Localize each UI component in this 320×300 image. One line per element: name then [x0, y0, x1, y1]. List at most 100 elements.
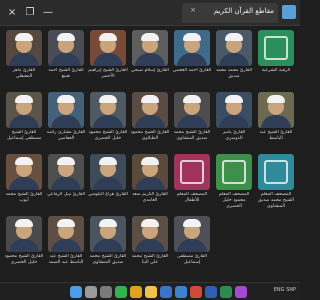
- language-indicator[interactable]: ENG: [274, 287, 285, 293]
- reciter-tile[interactable]: القارئ الشيخ عبد الباسط: [256, 92, 296, 152]
- reciter-tile-label: القارئ الشيخ محمود خليل الحصري: [88, 130, 128, 141]
- reciter-tile[interactable]: القارئ الشيخ محمد أيوب: [4, 154, 44, 214]
- reciter-tile[interactable]: القارئ الشيخ أحمد نعينع: [46, 30, 86, 90]
- reciter-tile-label: المصحف المعلم محمود خليل الحصري: [218, 192, 250, 209]
- system-tray[interactable]: ENG SNP: [274, 287, 296, 293]
- reciter-tile[interactable]: القارئ ماهر المعيقلي: [4, 30, 44, 90]
- reciter-tile-label: القارئ الشيخ محمد صديق المنشاوي: [173, 130, 211, 141]
- mushaf-cover-icon: [216, 154, 252, 190]
- reciter-tile[interactable]: القارئ مصطفى إسماعيل: [172, 216, 212, 276]
- reciter-tile-label: القارئ الشيخ محمود خليل الحصري: [4, 254, 44, 265]
- reciter-tile-label: القارئ مصطفى إسماعيل: [176, 254, 208, 265]
- reciter-photo-icon: [48, 92, 84, 128]
- reciter-tile[interactable]: القارئ أحمد العجمي: [172, 30, 212, 90]
- reciter-tile-label: القارئ الشيخ محمد علي البنا: [131, 254, 169, 265]
- reciter-photo-icon: [90, 154, 126, 190]
- files-icon[interactable]: [145, 286, 157, 298]
- reciter-tile[interactable]: القارئ الشيخ مصطفى إسماعيل: [4, 92, 44, 152]
- reciter-tile[interactable]: المصحف المعلم الشيخ محمد صديق المنشاوي: [256, 154, 296, 214]
- restore-icon: ❐: [25, 6, 35, 18]
- reciter-tile-label: القارئ هزاع البلوشي: [88, 192, 128, 197]
- reciter-tile[interactable]: القارئ الشيخ محمد صديق المنشاوي: [172, 92, 212, 152]
- reciter-tile[interactable]: القارئ هزاع البلوشي: [88, 154, 128, 214]
- reciter-photo-icon: [48, 154, 84, 190]
- reciter-photo-icon: [90, 30, 126, 66]
- reciter-photo-icon: [48, 216, 84, 252]
- reciter-tile[interactable]: القارئ ياسر الدوسري: [214, 92, 254, 152]
- reciter-photo-icon: [132, 154, 168, 190]
- video-icon[interactable]: [190, 286, 202, 298]
- reciter-tile-label: القارئ الشيخ إبراهيم الأخضر: [88, 68, 128, 79]
- reciter-tile-label: المصحف المعلم الشيخ محمد صديق المنشاوي: [258, 192, 294, 209]
- reciter-tile-label: القارئ محمد محمد صديق: [215, 68, 253, 79]
- restore-button[interactable]: ❐: [22, 4, 38, 20]
- whatsapp-icon[interactable]: [115, 286, 127, 298]
- reciter-tile-label: القارئ الشيخ مصطفى إسماعيل: [6, 130, 42, 141]
- reciter-tile-label: القارئ الشيخ عبد الباسط عبد الصمد: [48, 254, 84, 265]
- start-icon[interactable]: [70, 286, 82, 298]
- reciter-tile[interactable]: القارئ الشيخ محمد صديق المنشاوي: [88, 216, 128, 276]
- minimize-icon: —: [43, 6, 53, 18]
- reciter-tile[interactable]: القارئ الشيخ محمد علي البنا: [130, 216, 170, 276]
- chrome-icon[interactable]: [130, 286, 142, 298]
- reciter-photo-icon: [132, 30, 168, 66]
- reciter-tile-label: القارئ الشيخ عبد الباسط: [259, 130, 293, 141]
- reciter-tile-label: القارئ ماهر المعيقلي: [12, 68, 36, 79]
- app-icon: [282, 5, 296, 19]
- reciter-tile[interactable]: القارئ الشيخ محمود خليل الحصري: [88, 92, 128, 152]
- mushaf-cover-icon: [174, 154, 210, 190]
- reciter-photo-icon: [90, 92, 126, 128]
- reciter-photo-icon: [258, 92, 294, 128]
- reciter-tile-label: القارئ الشيخ محمد صديق المنشاوي: [89, 254, 127, 265]
- reciter-tile-label: القارئ الشيخ محمود الطبلاوي: [130, 130, 170, 141]
- reciter-tile[interactable]: القارئ الشيخ محمود خليل الحصري: [4, 216, 44, 276]
- reciter-photo-icon: [6, 216, 42, 252]
- reciter-tile[interactable]: القارئ محمد محمد صديق: [214, 30, 254, 90]
- reciter-tile[interactable]: القارئ الشيخ عبد الباسط عبد الصمد: [46, 216, 86, 276]
- reciter-tile-label: القارئ الشيخ أحمد نعينع: [48, 68, 84, 79]
- reciter-tile[interactable]: القارئ الشيخ محمود الطبلاوي: [130, 92, 170, 152]
- minimize-button[interactable]: —: [40, 4, 56, 20]
- reciter-photo-icon: [132, 92, 168, 128]
- search-icon[interactable]: [85, 286, 97, 298]
- window-title: مقاطع القرآن الكريم: [213, 7, 274, 15]
- reciter-photo-icon: [6, 92, 42, 128]
- reciter-photo-icon: [174, 30, 210, 66]
- tab-close-button[interactable]: ×: [190, 6, 196, 14]
- store-icon[interactable]: [160, 286, 172, 298]
- reciter-tile[interactable]: القارئ نبيل الرفاعي: [46, 154, 86, 214]
- reciter-tile-label: القارئ أحمد العجمي: [172, 68, 212, 73]
- reciter-tile-label: القارئ نبيل الرفاعي: [46, 192, 86, 197]
- reciter-grid: الرقية الشرعية القارئ محمد محمد صديق القار…: [0, 30, 300, 280]
- reciter-tile-label: الرقية الشرعية: [261, 68, 291, 73]
- reciter-tile[interactable]: القارئ الكريم سعد الغامدي: [130, 154, 170, 214]
- reciter-photo-icon: [216, 30, 252, 66]
- excel-icon[interactable]: [220, 286, 232, 298]
- ruqyah-logo-icon: [258, 30, 294, 66]
- clock-text[interactable]: SNP: [286, 287, 296, 293]
- reciter-tile-label: القارئ مشاري راشد العفاسي: [46, 130, 86, 141]
- reciter-tile[interactable]: الرقية الشرعية: [256, 30, 296, 90]
- reciter-photo-icon: [90, 216, 126, 252]
- taskview-icon[interactable]: [100, 286, 112, 298]
- reciter-tile[interactable]: المصحف المعلم للأطفال: [172, 154, 212, 214]
- title-bar: × ❐ — مقاطع القرآن الكريم ×: [0, 0, 300, 26]
- reciter-tile-label: القارئ إسلام صبحي: [131, 68, 169, 73]
- reciter-tile[interactable]: القارئ الشيخ إبراهيم الأخضر: [88, 30, 128, 90]
- reciter-tile-label: المصحف المعلم للأطفال: [176, 192, 208, 203]
- reciter-tile-label: القارئ الكريم سعد الغامدي: [132, 192, 168, 203]
- media-icon[interactable]: [235, 286, 247, 298]
- reciter-photo-icon: [6, 30, 42, 66]
- reciter-photo-icon: [6, 154, 42, 190]
- reciter-photo-icon: [48, 30, 84, 66]
- mail-icon[interactable]: [175, 286, 187, 298]
- reciter-photo-icon: [174, 92, 210, 128]
- close-button[interactable]: ×: [4, 4, 20, 20]
- reciter-tile[interactable]: المصحف المعلم محمود خليل الحصري: [214, 154, 254, 214]
- word-icon[interactable]: [205, 286, 217, 298]
- reciter-tile-label: القارئ الشيخ محمد أيوب: [5, 192, 43, 203]
- taskbar: ENG SNP: [0, 282, 300, 300]
- reciter-tile[interactable]: القارئ مشاري راشد العفاسي: [46, 92, 86, 152]
- mushaf-cover-icon: [258, 154, 294, 190]
- reciter-tile[interactable]: القارئ إسلام صبحي: [130, 30, 170, 90]
